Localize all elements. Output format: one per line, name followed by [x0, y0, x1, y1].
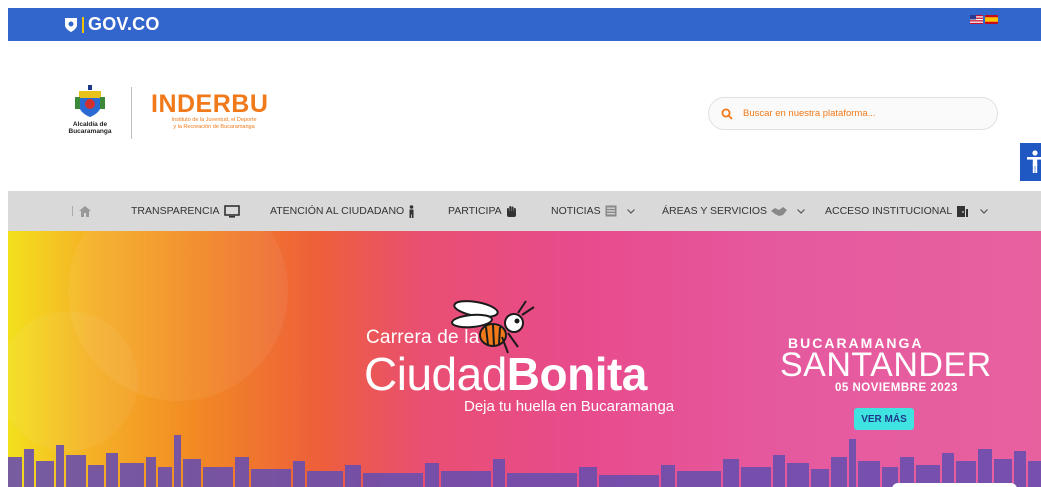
nav-item-label: ÁREAS Y SERVICIOS [662, 205, 768, 217]
inderbu-title: INDERBU [151, 90, 269, 118]
alcaldia-logo[interactable]: Alcaldía de Bucaramanga [60, 85, 120, 145]
logo-divider [131, 87, 132, 139]
nav-item-transparencia[interactable]: TRANSPARENCIA [131, 191, 240, 231]
search-icon[interactable] [721, 108, 733, 120]
nav-item-label: ACCESO INSTITUCIONAL [825, 205, 953, 217]
handshake-icon [771, 206, 788, 217]
accessibility-icon [1026, 150, 1041, 173]
nav-item-noticias[interactable]: NOTICIAS [551, 191, 635, 231]
nav-item-label: NOTICIAS [551, 205, 601, 217]
home-icon [79, 205, 91, 217]
gov-co-text: GOV.CO [88, 14, 160, 34]
alcaldia-label-line1: Alcaldía de [72, 121, 108, 128]
gov-co-logo[interactable]: GOV.CO [64, 14, 160, 35]
door-icon [956, 205, 970, 217]
chevron-down-icon [980, 208, 989, 214]
nav-item-label: TRANSPARENCIA [131, 205, 220, 217]
nav-home[interactable] [72, 191, 91, 231]
nav-item-acceso-institucional[interactable]: ACCESO INSTITUCIONAL [825, 191, 989, 231]
inderbu-logo[interactable]: INDERBU Instituto de la Juventud, el Dep… [151, 91, 277, 131]
chat-widget-tab[interactable] [892, 483, 1017, 487]
colombia-shield-icon [65, 17, 77, 32]
nav-item-participa[interactable]: PARTICIPA [448, 191, 517, 231]
search-input[interactable] [743, 108, 983, 119]
main-nav: TRANSPARENCIA ATENCIÓN AL CIUDADANO PART… [8, 191, 1041, 231]
inderbu-subtitle-line2: y la Recreación de Bucaramanga [173, 124, 255, 130]
chevron-down-icon [797, 208, 805, 214]
banner-event-date: 05 NOVIEMBRE 2023 [835, 382, 958, 394]
monitor-icon [223, 204, 240, 218]
hero-banner[interactable]: Carrera de la CiudadBonita Deja tu huell… [8, 231, 1041, 487]
inderbu-subtitle-line1: Instituto de la Juventud, el Deporte [171, 117, 257, 123]
alcaldia-label: Alcaldía de Bucaramanga [60, 121, 120, 135]
nav-item-label: PARTICIPA [448, 205, 502, 217]
banner-ciudad-bonita: CiudadBonita [364, 349, 647, 399]
spanish-flag-icon[interactable] [985, 15, 998, 24]
site-header: Alcaldía de Bucaramanga INDERBU Institut… [8, 41, 1041, 191]
page: GOV.CO Alcaldía de Bucaramanga INDERBU I… [0, 0, 1041, 487]
nav-item-areas-servicios[interactable]: ÁREAS Y SERVICIOS [662, 191, 805, 231]
alcaldia-label-line2: Bucaramanga [68, 128, 112, 135]
person-icon [408, 204, 415, 218]
english-flag-icon[interactable] [970, 15, 983, 24]
search-box[interactable] [708, 97, 998, 130]
chevron-down-icon [626, 208, 635, 214]
banner-deja-huella-text: Deja tu huella en Bucaramanga [464, 398, 675, 415]
banner-bonita-word: Bonita [506, 348, 648, 400]
accessibility-button[interactable] [1020, 143, 1041, 181]
banner-santander-text: SANTANDER [780, 346, 992, 384]
nav-home-divider [72, 206, 73, 216]
banner-carrera-text: Carrera de la [366, 327, 480, 348]
language-selector [970, 15, 998, 24]
gov-co-separator [82, 16, 84, 33]
newspaper-icon [605, 205, 617, 217]
nav-item-atencion-ciudadano[interactable]: ATENCIÓN AL CIUDADANO [270, 191, 415, 231]
alcaldia-coat-of-arms-icon [75, 85, 105, 117]
banner-ciudad-word: Ciudad [364, 348, 507, 400]
hand-icon [506, 205, 517, 217]
city-skyline-illustration [8, 435, 1041, 487]
nav-item-label: ATENCIÓN AL CIUDADANO [270, 205, 405, 217]
gov-co-bar: GOV.CO [8, 8, 1041, 41]
